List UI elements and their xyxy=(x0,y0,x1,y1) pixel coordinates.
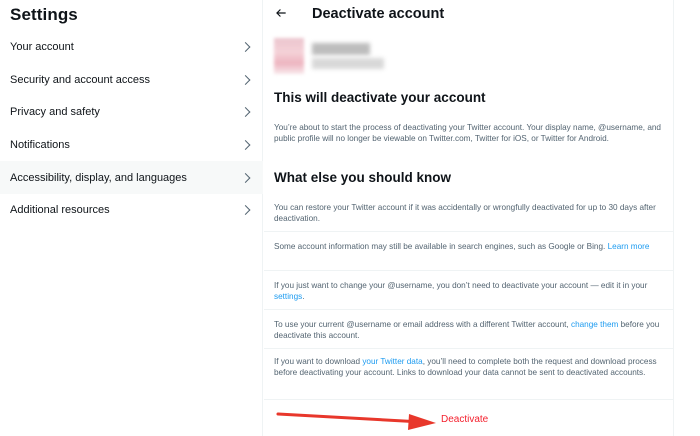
settings-item-notifications[interactable]: Notifications xyxy=(0,129,263,162)
avatar xyxy=(274,38,304,74)
divider xyxy=(264,231,674,232)
account-profile xyxy=(274,38,394,78)
twitter-data-link[interactable]: your Twitter data xyxy=(362,357,422,366)
panel-header: Deactivate account xyxy=(264,0,673,30)
annotation-arrow-icon xyxy=(276,412,436,430)
settings-item-label: Accessibility, display, and languages xyxy=(10,171,187,184)
info-search-engines: Some account information may still be av… xyxy=(274,242,650,251)
chevron-right-icon xyxy=(240,107,251,118)
settings-item-additional-resources[interactable]: Additional resources xyxy=(0,194,263,227)
chevron-right-icon xyxy=(240,205,251,216)
info-reuse-username: To use your current @username or email a… xyxy=(274,320,660,340)
settings-item-security[interactable]: Security and account access xyxy=(0,64,263,97)
section-heading-know: What else you should know xyxy=(274,170,452,185)
settings-item-your-account[interactable]: Your account xyxy=(0,31,263,64)
settings-item-label: Security and account access xyxy=(10,73,151,86)
chevron-right-icon xyxy=(240,172,251,183)
divider xyxy=(264,348,674,349)
info-restore: You can restore your Twitter account if … xyxy=(274,203,656,223)
settings-link[interactable]: settings xyxy=(274,292,302,301)
chevron-right-icon xyxy=(240,74,251,85)
settings-item-label: Privacy and safety xyxy=(10,106,100,119)
divider xyxy=(264,309,674,310)
learn-more-link[interactable]: Learn more xyxy=(608,242,650,251)
chevron-right-icon xyxy=(240,140,251,151)
display-name-redacted xyxy=(312,43,370,55)
chevron-right-icon xyxy=(240,42,251,53)
settings-item-privacy[interactable]: Privacy and safety xyxy=(0,96,263,129)
divider xyxy=(264,270,674,271)
divider xyxy=(264,399,674,400)
settings-item-accessibility[interactable]: Accessibility, display, and languages xyxy=(0,161,263,194)
settings-item-label: Additional resources xyxy=(10,204,110,217)
info-download-data: If you want to download your Twitter dat… xyxy=(274,357,657,377)
settings-title: Settings xyxy=(10,5,78,24)
deactivate-description: You’re about to start the process of dea… xyxy=(274,123,661,143)
info-change-username: If you just want to change your @usernam… xyxy=(274,281,648,301)
deactivate-button[interactable]: Deactivate xyxy=(441,414,488,425)
section-heading-deactivate: This will deactivate your account xyxy=(274,90,486,105)
change-them-link[interactable]: change them xyxy=(571,320,618,329)
settings-item-label: Notifications xyxy=(10,139,70,152)
back-arrow-icon[interactable] xyxy=(274,6,288,20)
username-redacted xyxy=(312,58,384,69)
page-title: Deactivate account xyxy=(312,6,445,22)
settings-sidebar: Settings Your account Security and accou… xyxy=(0,0,263,436)
app-window: Settings Your account Security and accou… xyxy=(0,0,700,436)
settings-menu: Your account Security and account access… xyxy=(0,31,263,227)
deactivate-panel: Deactivate account This will deactivate … xyxy=(264,0,674,436)
settings-item-label: Your account xyxy=(10,41,74,54)
